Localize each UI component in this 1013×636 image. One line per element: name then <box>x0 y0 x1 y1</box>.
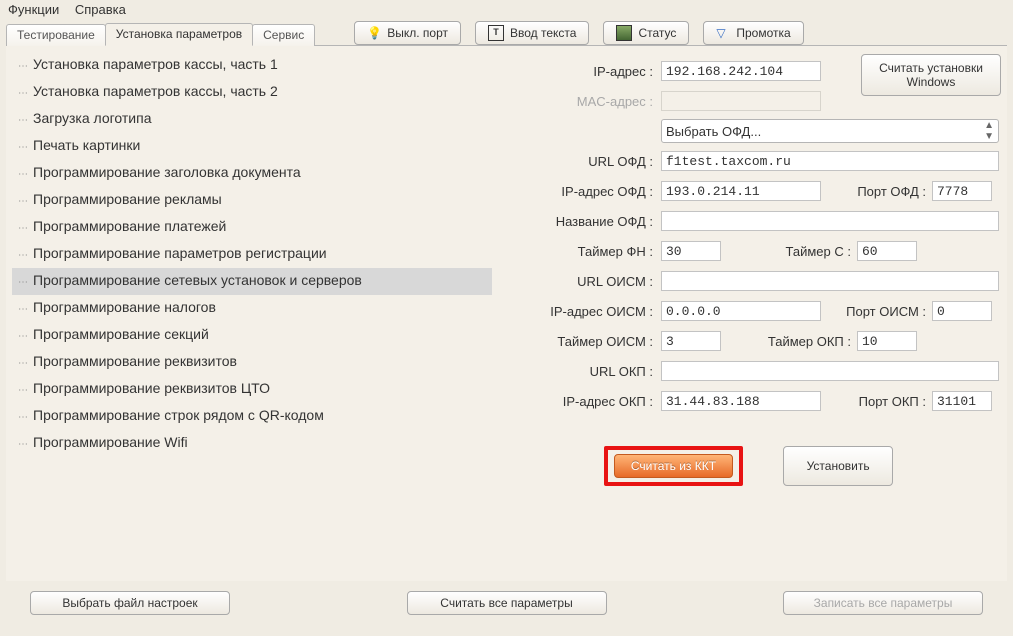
tree-item[interactable]: Программирование секций <box>12 322 492 349</box>
field-okp-port[interactable] <box>932 391 992 411</box>
lbl-ofd-port: Порт ОФД : <box>821 184 932 199</box>
tree-item[interactable]: Программирование Wifi <box>12 430 492 457</box>
lbl-oism-url: URL ОИСМ : <box>498 274 661 289</box>
menu-help[interactable]: Справка <box>75 2 126 17</box>
field-mac <box>661 91 821 111</box>
tab-service[interactable]: Сервис <box>252 24 315 46</box>
field-oism-timer[interactable] <box>661 331 721 351</box>
rewind-icon: ▽ <box>716 26 730 40</box>
field-ofd-port[interactable] <box>932 181 992 201</box>
text-icon: T <box>488 25 504 41</box>
tree-item[interactable]: Установка параметров кассы, часть 2 <box>12 79 492 106</box>
field-oism-ip[interactable] <box>661 301 821 321</box>
highlight-read-kkt: Считать из ККТ <box>604 446 743 486</box>
tree-item[interactable]: Печать картинки <box>12 133 492 160</box>
select-ofd-value: Выбрать ОФД... <box>666 124 761 139</box>
lbl-okp-ip: IP-адрес ОКП : <box>498 394 661 409</box>
menu-functions[interactable]: Функции <box>8 2 59 17</box>
bottombar: Выбрать файл настроек Считать все параме… <box>0 581 1013 615</box>
btn-choose-file[interactable]: Выбрать файл настроек <box>30 591 230 615</box>
tab-test[interactable]: Тестирование <box>6 24 106 46</box>
btn-port-off[interactable]: 💡 Выкл. порт <box>354 21 461 45</box>
field-timer-fn[interactable] <box>661 241 721 261</box>
lbl-mac: MAC-адрес : <box>498 94 661 109</box>
tree-item[interactable]: Загрузка логотипа <box>12 106 492 133</box>
main: Установка параметров кассы, часть 1Устан… <box>6 45 1007 581</box>
btn-status-label: Статус <box>638 26 676 40</box>
action-row: Считать из ККТ Установить <box>498 446 999 486</box>
form-pane: Считать установки Windows IP-адрес : MAC… <box>494 46 1007 581</box>
lbl-ip: IP-адрес : <box>498 64 661 79</box>
field-okp-timer[interactable] <box>857 331 917 351</box>
tree-item[interactable]: Программирование параметров регистрации <box>12 241 492 268</box>
tree-pane: Установка параметров кассы, часть 1Устан… <box>6 46 494 581</box>
tree-item[interactable]: Программирование рекламы <box>12 187 492 214</box>
tab-params[interactable]: Установка параметров <box>105 23 253 46</box>
lbl-oism-timer: Таймер ОИСМ : <box>498 334 661 349</box>
lbl-okp-timer: Таймер ОКП : <box>721 334 857 349</box>
field-okp-ip[interactable] <box>661 391 821 411</box>
btn-rewind-label: Промотка <box>736 26 790 40</box>
tree-item[interactable]: Программирование строк рядом с QR-кодом <box>12 403 492 430</box>
lbl-ofd-url: URL ОФД : <box>498 154 661 169</box>
tree-item[interactable]: Программирование реквизитов <box>12 349 492 376</box>
bulb-icon: 💡 <box>367 26 381 40</box>
btn-write-all[interactable]: Записать все параметры <box>783 591 983 615</box>
field-oism-port[interactable] <box>932 301 992 321</box>
lbl-okp-port: Порт ОКП : <box>821 394 932 409</box>
field-oism-url[interactable] <box>661 271 999 291</box>
field-ofd-url[interactable] <box>661 151 999 171</box>
btn-text-input-label: Ввод текста <box>510 26 576 40</box>
lbl-okp-url: URL ОКП : <box>498 364 661 379</box>
lbl-ofd-name: Название ОФД : <box>498 214 661 229</box>
btn-port-off-label: Выкл. порт <box>387 26 448 40</box>
tree-item[interactable]: Программирование платежей <box>12 214 492 241</box>
btn-text-input[interactable]: T Ввод текста <box>475 21 589 45</box>
lbl-oism-port: Порт ОИСМ : <box>821 304 932 319</box>
lbl-ofd-ip: IP-адрес ОФД : <box>498 184 661 199</box>
field-timer-c[interactable] <box>857 241 917 261</box>
btn-set[interactable]: Установить <box>783 446 893 486</box>
tabs: Тестирование Установка параметров Сервис <box>6 22 314 45</box>
field-ofd-name[interactable] <box>661 211 999 231</box>
tree-item[interactable]: Программирование сетевых установок и сер… <box>12 268 492 295</box>
tree-item[interactable]: Установка параметров кассы, часть 1 <box>12 52 492 79</box>
tree-item[interactable]: Программирование реквизитов ЦТО <box>12 376 492 403</box>
chevron-updown-icon: ▲▼ <box>984 120 994 142</box>
btn-read-all[interactable]: Считать все параметры <box>407 591 607 615</box>
field-okp-url[interactable] <box>661 361 999 381</box>
lbl-timer-c: Таймер С : <box>721 244 857 259</box>
field-ip[interactable] <box>661 61 821 81</box>
tree-item[interactable]: Программирование налогов <box>12 295 492 322</box>
read-windows-wrap: Считать установки Windows <box>861 54 1001 96</box>
topbar: Тестирование Установка параметров Сервис… <box>0 19 1013 45</box>
select-ofd[interactable]: Выбрать ОФД... ▲▼ <box>661 119 999 143</box>
btn-read-kkt[interactable]: Считать из ККТ <box>614 454 733 478</box>
toolbar: 💡 Выкл. порт T Ввод текста Статус ▽ Пром… <box>354 21 803 45</box>
btn-status[interactable]: Статус <box>603 21 689 45</box>
tree-item[interactable]: Программирование заголовка документа <box>12 160 492 187</box>
menubar: Функции Справка <box>0 0 1013 19</box>
status-icon <box>616 25 632 41</box>
lbl-oism-ip: IP-адрес ОИСМ : <box>498 304 661 319</box>
lbl-timer-fn: Таймер ФН : <box>498 244 661 259</box>
btn-read-windows[interactable]: Считать установки Windows <box>861 54 1001 96</box>
field-ofd-ip[interactable] <box>661 181 821 201</box>
btn-rewind[interactable]: ▽ Промотка <box>703 21 803 45</box>
